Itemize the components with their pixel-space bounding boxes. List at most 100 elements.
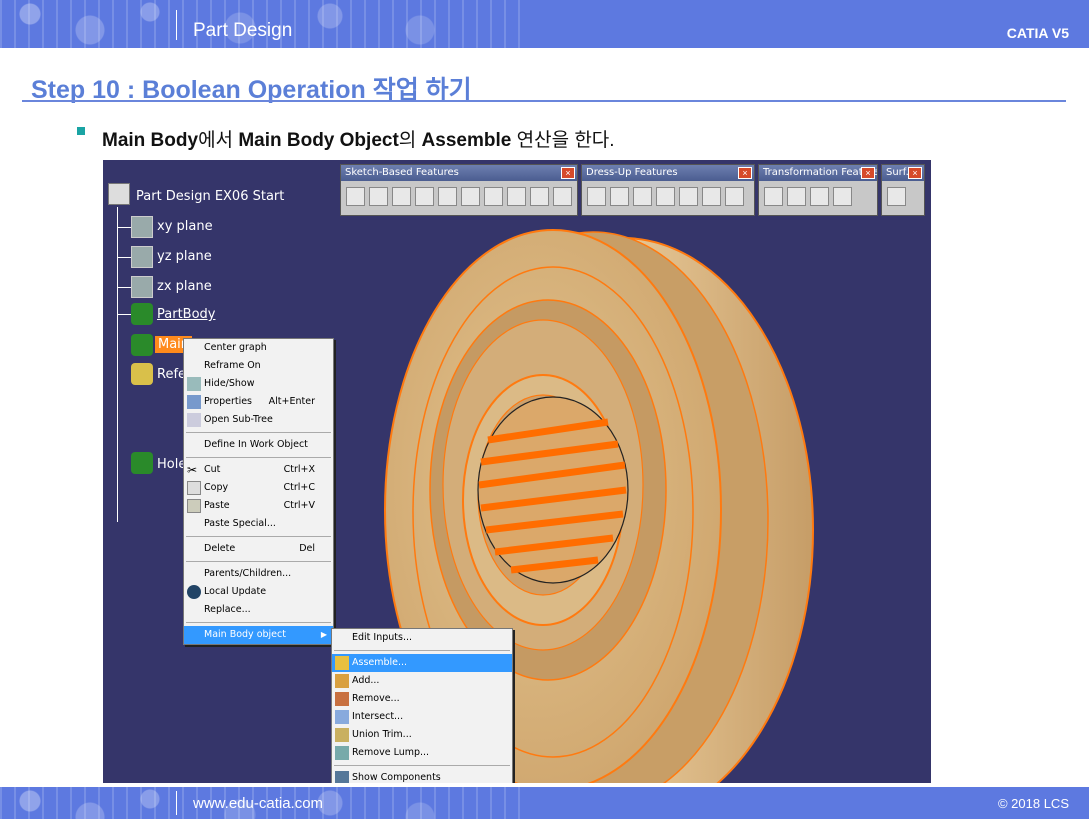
geometrical-set-icon[interactable] bbox=[131, 363, 153, 385]
chamfer-icon[interactable] bbox=[610, 187, 629, 206]
submenu-item-union-trim[interactable]: Union Trim... bbox=[332, 726, 512, 744]
menu-item-delete[interactable]: Delete Del bbox=[184, 540, 333, 558]
menu-item-cut[interactable]: ✂ Cut Ctrl+X bbox=[184, 461, 333, 479]
tree-item-reference[interactable]: Refe bbox=[157, 367, 186, 382]
update-icon bbox=[187, 585, 201, 599]
paste-icon bbox=[187, 499, 201, 513]
toolbar-buttons bbox=[582, 181, 754, 212]
submenu-item-intersect[interactable]: Intersect... bbox=[332, 708, 512, 726]
menu-item-paste-special[interactable]: Paste Special... bbox=[184, 515, 333, 533]
split-icon[interactable] bbox=[887, 187, 906, 206]
body-icon[interactable] bbox=[131, 303, 153, 325]
menu-item-replace[interactable]: Replace... bbox=[184, 601, 333, 619]
groove-icon[interactable] bbox=[415, 187, 434, 206]
pattern-icon[interactable] bbox=[810, 187, 829, 206]
slot-icon[interactable] bbox=[484, 187, 503, 206]
menu-item-define-in-work-object[interactable]: Define In Work Object bbox=[184, 436, 333, 454]
tree-branch-line bbox=[117, 257, 131, 258]
loft-icon[interactable] bbox=[530, 187, 549, 206]
thread-icon[interactable] bbox=[702, 187, 721, 206]
stiffener-icon[interactable] bbox=[507, 187, 526, 206]
translation-icon[interactable] bbox=[764, 187, 783, 206]
context-menu[interactable]: Center graph Reframe On Hide/Show Proper… bbox=[183, 338, 334, 645]
instruction-particle-1: 에서 bbox=[198, 130, 239, 151]
instruction-particle-2: 의 bbox=[398, 130, 422, 151]
menu-item-properties[interactable]: Properties Alt+Enter bbox=[184, 393, 333, 411]
menu-item-center-graph[interactable]: Center graph bbox=[184, 339, 333, 357]
menu-item-hide-show[interactable]: Hide/Show bbox=[184, 375, 333, 393]
pad-icon[interactable] bbox=[346, 187, 365, 206]
tree-item-hole[interactable]: Hole bbox=[157, 457, 186, 472]
menu-item-parents-children[interactable]: Parents/Children... bbox=[184, 565, 333, 583]
toolbar-surface-based-features[interactable]: Surf... × bbox=[881, 164, 925, 216]
tree-branch-line bbox=[117, 314, 131, 315]
menu-item-local-update[interactable]: Local Update bbox=[184, 583, 333, 601]
menu-item-reframe-on[interactable]: Reframe On bbox=[184, 357, 333, 375]
close-icon[interactable]: × bbox=[561, 167, 575, 179]
menu-separator bbox=[186, 432, 331, 433]
toolbar-title: Dress-Up Features bbox=[582, 165, 754, 181]
submenu-item-assemble[interactable]: Assemble... bbox=[332, 654, 512, 672]
plane-icon[interactable] bbox=[131, 216, 153, 238]
plane-icon[interactable] bbox=[131, 276, 153, 298]
header-title: Part Design bbox=[193, 20, 293, 41]
submenu-item-add[interactable]: Add... bbox=[332, 672, 512, 690]
remove-loft-icon[interactable] bbox=[553, 187, 572, 206]
tree-branch-line bbox=[117, 227, 131, 228]
footer-url[interactable]: www.edu-catia.com bbox=[193, 795, 323, 812]
tree-item-xy-plane[interactable]: xy plane bbox=[157, 219, 213, 234]
toolbar-sketch-based-features[interactable]: Sketch-Based Features × bbox=[340, 164, 578, 216]
menu-separator bbox=[334, 765, 510, 766]
close-icon[interactable]: × bbox=[738, 167, 752, 179]
draft-icon[interactable] bbox=[633, 187, 652, 206]
pocket-icon[interactable] bbox=[369, 187, 388, 206]
scaling-icon[interactable] bbox=[833, 187, 852, 206]
thickness-icon[interactable] bbox=[679, 187, 698, 206]
show-components-icon bbox=[335, 771, 349, 783]
toolbar-transformation-features[interactable]: Transformation Features × bbox=[758, 164, 878, 216]
menu-item-main-body-object[interactable]: Main Body object ▶ bbox=[184, 626, 333, 644]
toolbar-dress-up-features[interactable]: Dress-Up Features × bbox=[581, 164, 755, 216]
plane-icon[interactable] bbox=[131, 246, 153, 268]
scissors-icon: ✂ bbox=[187, 463, 198, 477]
submenu-item-show-components[interactable]: Show Components bbox=[332, 769, 512, 783]
catia-viewport[interactable]: Sketch-Based Features × Dress-Up Feature… bbox=[103, 160, 931, 783]
add-icon bbox=[335, 674, 349, 688]
mirror-icon[interactable] bbox=[787, 187, 806, 206]
menu-item-paste[interactable]: Paste Ctrl+V bbox=[184, 497, 333, 515]
tree-item-partbody[interactable]: PartBody bbox=[157, 307, 215, 322]
tree-item-yz-plane[interactable]: yz plane bbox=[157, 249, 212, 264]
union-trim-icon bbox=[335, 728, 349, 742]
rib-icon[interactable] bbox=[461, 187, 480, 206]
tree-item-zx-plane[interactable]: zx plane bbox=[157, 279, 212, 294]
shell-icon[interactable] bbox=[656, 187, 675, 206]
close-icon[interactable]: × bbox=[861, 167, 875, 179]
remove-lump-icon bbox=[335, 746, 349, 760]
submenu-item-remove[interactable]: Remove... bbox=[332, 690, 512, 708]
tree-root-label[interactable]: Part Design EX06 Start bbox=[136, 189, 284, 204]
toolbar-title: Transformation Features bbox=[759, 165, 877, 181]
body-icon[interactable] bbox=[131, 452, 153, 474]
fillet-icon[interactable] bbox=[587, 187, 606, 206]
menu-item-open-sub-tree[interactable]: Open Sub-Tree bbox=[184, 411, 333, 429]
submenu-arrow-icon: ▶ bbox=[320, 630, 327, 639]
header-band: Part Design CATIA V5 bbox=[0, 0, 1089, 48]
remove-face-icon[interactable] bbox=[725, 187, 744, 206]
part-icon[interactable] bbox=[108, 183, 130, 205]
footer-band: www.edu-catia.com © 2018 LCS bbox=[0, 787, 1089, 819]
toolbar-buttons bbox=[759, 181, 877, 212]
close-icon[interactable]: × bbox=[908, 167, 922, 179]
tree-branch-line bbox=[117, 287, 131, 288]
hole-icon[interactable] bbox=[438, 187, 457, 206]
sub-tree-icon bbox=[187, 413, 201, 427]
submenu-item-edit-inputs[interactable]: Edit Inputs... bbox=[332, 629, 512, 647]
header-divider bbox=[176, 10, 177, 40]
submenu-item-remove-lump[interactable]: Remove Lump... bbox=[332, 744, 512, 762]
instruction-assemble: Assemble bbox=[421, 130, 512, 151]
body-icon[interactable] bbox=[131, 334, 153, 356]
shaft-icon[interactable] bbox=[392, 187, 411, 206]
menu-item-copy[interactable]: Copy Ctrl+C bbox=[184, 479, 333, 497]
main-body-object-submenu[interactable]: Edit Inputs... Assemble... Add... Remove… bbox=[331, 628, 513, 783]
instruction-text: Main Body에서 Main Body Object의 Assemble 연… bbox=[102, 125, 615, 152]
menu-separator bbox=[186, 457, 331, 458]
